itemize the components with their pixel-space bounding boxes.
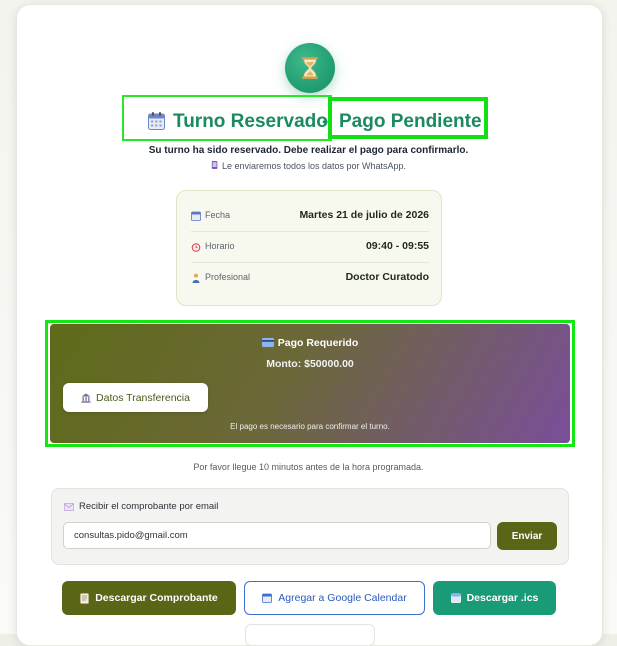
document-icon [80,592,90,604]
detail-value: Martes 21 de julio de 2026 [299,209,429,221]
title-separator: - [322,111,329,132]
arrival-note: Por favor llegue 10 minutos antes de la … [193,462,424,472]
payment-panel: Pago Requerido Monto: $50000.00 Datos Tr… [50,324,570,443]
person-icon [192,273,200,283]
whatsapp-note: Le enviaremos todos los datos por WhatsA… [0,160,617,171]
detail-label: Profesional [205,272,251,282]
detail-label: Fecha [205,210,231,220]
calendar-icon [450,593,461,603]
google-calendar-label: Agregar a Google Calendar [278,592,407,604]
payment-status-title: Pago Pendiente [339,111,482,132]
partially-visible-button[interactable] [245,624,375,646]
whatsapp-note-text: Le enviaremos todos los datos por WhatsA… [221,161,407,171]
reservation-subtitle: Su turno ha sido reservado. Debe realiza… [148,145,469,156]
transfer-details-button[interactable]: Datos Transferencia [63,383,208,412]
calendar-icon [191,211,201,221]
alarm-clock-icon [191,243,201,252]
download-receipt-label: Descargar Comprobante [95,592,218,604]
calendar-icon [148,112,165,130]
email-section-label-text: Recibir el comprobante por email [79,501,219,512]
email-input[interactable] [63,522,491,549]
download-receipt-button[interactable]: Descargar Comprobante [62,581,236,615]
transfer-details-label: Datos Transferencia [96,391,190,404]
detail-value: Doctor Curatodo [345,271,429,283]
download-ics-label: Descargar .ics [466,592,539,604]
google-calendar-button[interactable]: Agregar a Google Calendar [244,581,425,615]
phone-icon [211,161,218,169]
detail-row-date: Fecha Martes 21 de julio de 2026 [191,201,429,232]
payment-amount: Monto: $50000.00 [266,358,354,370]
appointment-details: Fecha Martes 21 de julio de 2026 Horario… [176,190,442,306]
envelope-icon [64,502,74,511]
email-receipt-section: Recibir el comprobante por email Enviar [51,488,569,565]
detail-row-time: Horario 09:40 - 09:55 [191,232,429,263]
payment-note: El pago es necesario para confirmar el t… [230,422,390,431]
credit-card-icon [261,338,274,347]
detail-row-professional: Profesional Doctor Curatodo [191,263,429,293]
detail-label: Horario [205,241,235,251]
bank-icon [81,393,91,403]
payment-title: Pago Requerido [50,337,570,349]
email-section-label: Recibir el comprobante por email [64,501,218,512]
detail-value: 09:40 - 09:55 [365,240,429,252]
send-email-button[interactable]: Enviar [497,522,557,550]
page-title: Turno Reservado [173,111,328,132]
hourglass-icon [285,43,335,93]
download-ics-button[interactable]: Descargar .ics [433,581,556,615]
calendar-icon [262,593,273,603]
payment-title-text: Pago Requerido [277,337,359,349]
